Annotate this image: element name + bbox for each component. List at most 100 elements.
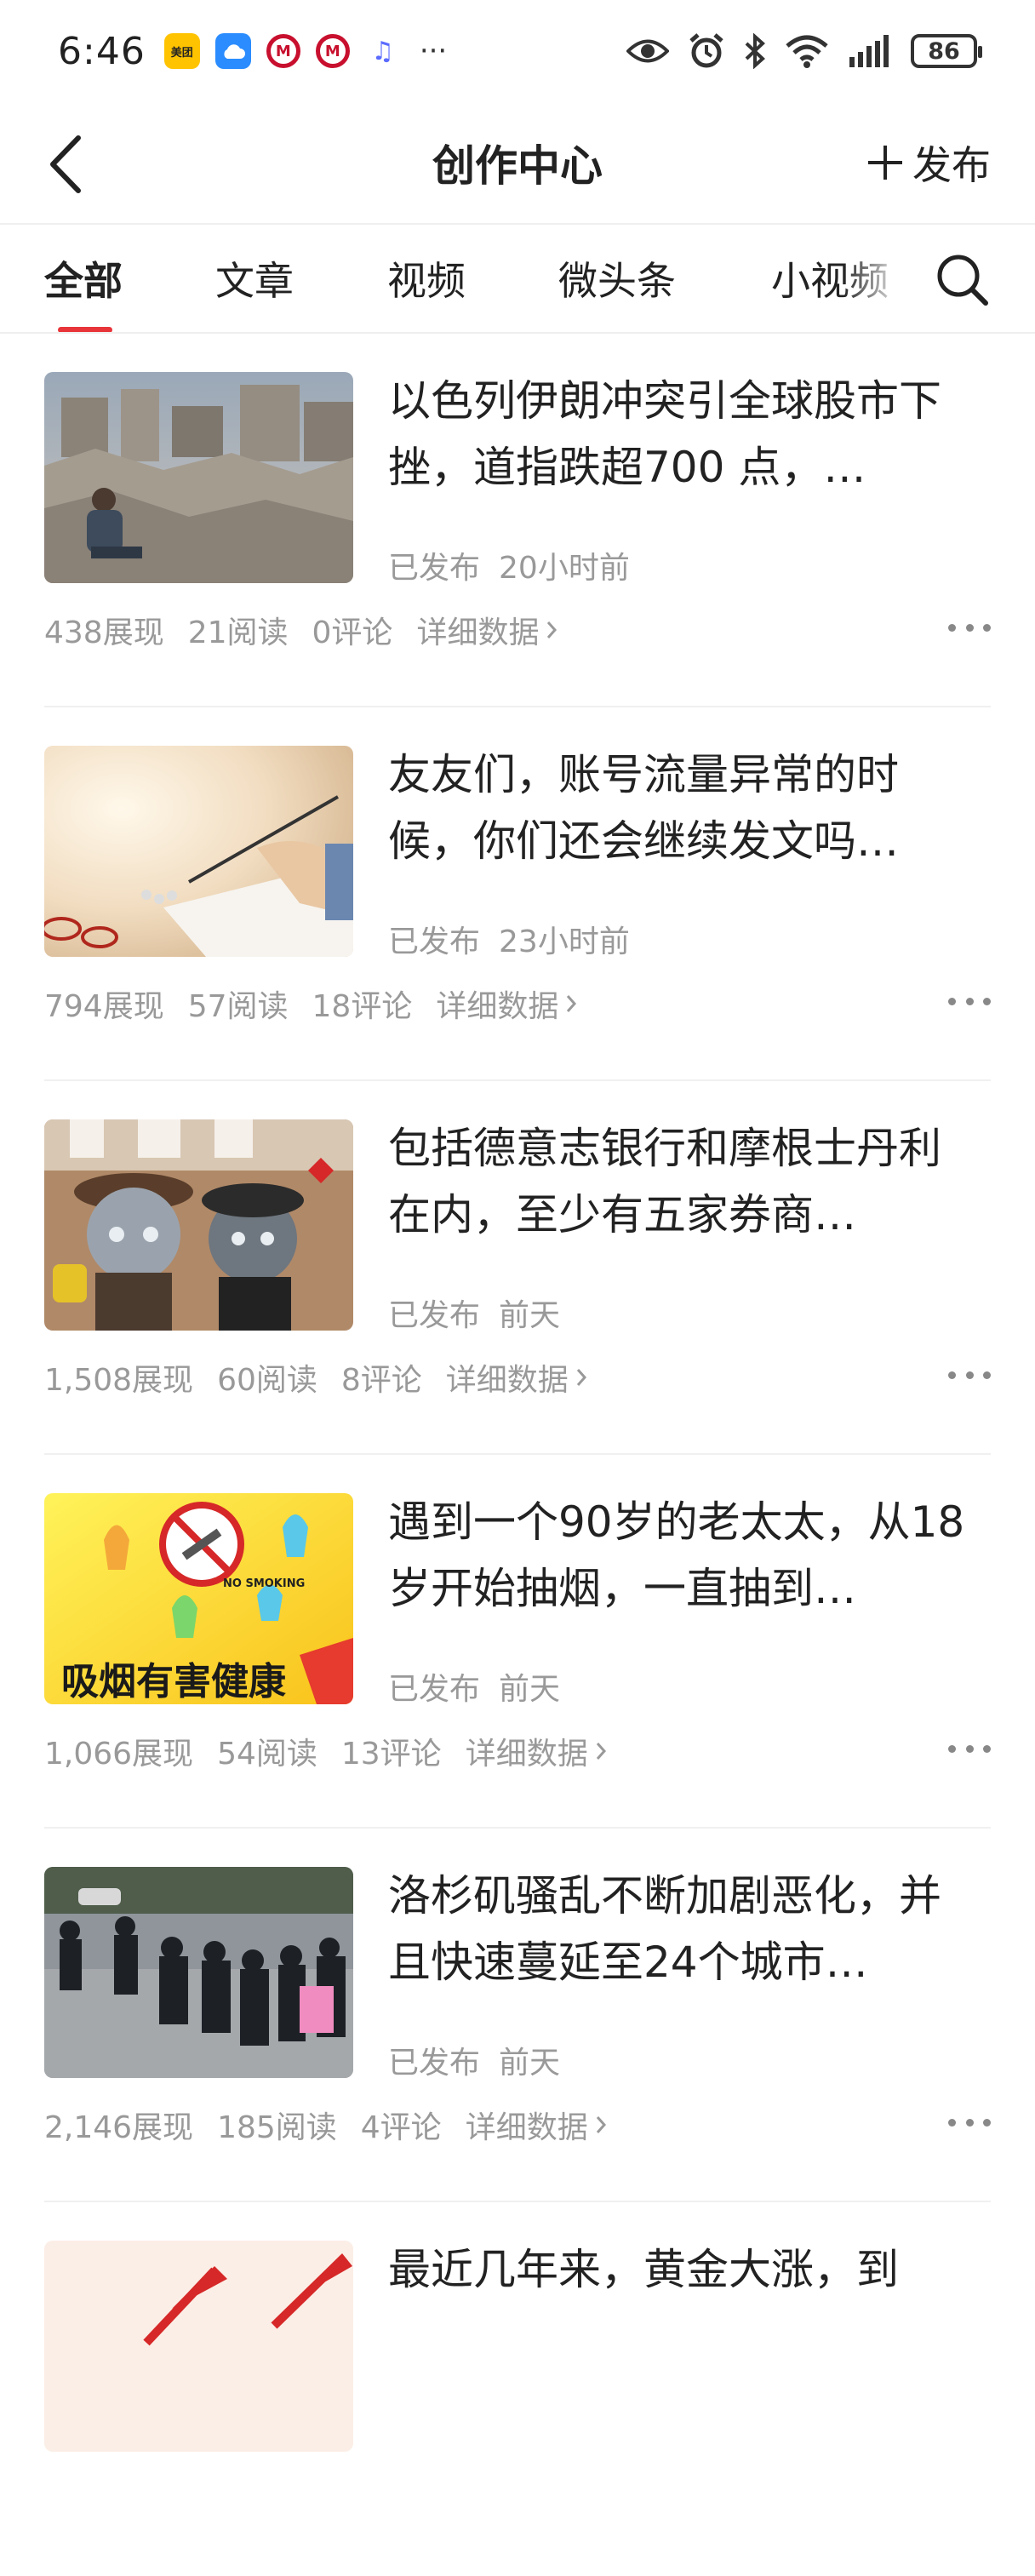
article-stats: 1,508展现 60阅读 8评论 详细数据 <box>44 1355 587 1400</box>
impressions-count: 438展现 <box>44 615 164 650</box>
detail-data-label: 详细数据 <box>436 989 559 1024</box>
article-item[interactable]: 最近几年来，黄金大涨，到 <box>0 2202 1035 2576</box>
article-meta: 已发布 20小时前 <box>388 543 630 587</box>
publish-time: 前天 <box>499 1672 561 1707</box>
article-item[interactable]: 包括德意志银行和摩根士丹利在内，至少有五家券商… 已发布 前天 1,508展现 6… <box>0 1081 1035 1455</box>
more-options-button[interactable] <box>948 2114 991 2131</box>
tab-fade-overlay <box>843 233 919 318</box>
detail-data-label: 详细数据 <box>465 1737 588 1772</box>
detail-data-link[interactable]: 详细数据 <box>466 1729 607 1773</box>
more-notifications-icon: ··· <box>419 34 448 68</box>
article-title[interactable]: 洛杉矶骚乱不断加剧恶化，并且快速蔓延至24个城市… <box>388 1863 975 1995</box>
chevron-right-icon <box>596 2116 606 2133</box>
metro-app-icon: M <box>266 34 300 68</box>
tab-videos[interactable]: 视频 <box>387 250 466 306</box>
publish-status: 已发布 <box>388 2046 481 2081</box>
article-item[interactable]: 以色列伊朗冲突引全球股市下挫，道指跌超700 点，… 已发布 20小时前 438展… <box>0 334 1035 707</box>
article-stats: 794展现 57阅读 18评论 详细数据 <box>44 982 577 1026</box>
article-item[interactable]: 洛杉矶骚乱不断加剧恶化，并且快速蔓延至24个城市… 已发布 前天 2,146展现 … <box>0 1829 1035 2202</box>
publish-status: 已发布 <box>388 1672 481 1707</box>
detail-data-label: 详细数据 <box>445 1363 569 1398</box>
impressions-count: 1,066展现 <box>44 1737 194 1772</box>
publish-time: 前天 <box>499 1298 561 1333</box>
detail-data-label: 详细数据 <box>465 2110 588 2145</box>
article-title[interactable]: 包括德意志银行和摩根士丹利在内，至少有五家券商… <box>388 1115 975 1248</box>
reads-count: 54阅读 <box>217 1737 317 1772</box>
publish-status: 已发布 <box>388 551 481 586</box>
more-options-button[interactable] <box>948 1740 991 1757</box>
article-thumbnail <box>44 1119 353 1331</box>
more-options-button[interactable] <box>948 619 991 636</box>
chevron-left-icon <box>50 135 81 193</box>
metro-app-icon: M <box>315 34 350 68</box>
chevron-right-icon <box>576 1369 586 1386</box>
comments-count: 0评论 <box>312 615 393 650</box>
detail-data-link[interactable]: 详细数据 <box>466 2103 607 2147</box>
reads-count: 60阅读 <box>217 1363 317 1398</box>
chevron-right-icon <box>567 995 577 1012</box>
reads-count: 185阅读 <box>217 2110 337 2145</box>
back-button[interactable] <box>44 135 95 194</box>
detail-data-link[interactable]: 详细数据 <box>416 608 558 652</box>
plus-icon <box>868 146 902 180</box>
category-tabs: 全部 文章 视频 微头条 小视频 <box>0 225 1035 333</box>
article-thumbnail <box>44 746 353 957</box>
article-stats: 1,066展现 54阅读 13评论 详细数据 <box>44 1729 607 1773</box>
search-button[interactable] <box>935 252 989 306</box>
detail-data-link[interactable]: 详细数据 <box>446 1355 587 1400</box>
publish-status: 已发布 <box>388 1298 481 1333</box>
impressions-count: 2,146展现 <box>44 2110 194 2145</box>
thumbnail-caption: 吸烟有害健康 <box>61 1660 286 1703</box>
article-item[interactable]: 友友们，账号流量异常的时候，你们还会继续发文吗… 已发布 23小时前 794展现 … <box>0 707 1035 1081</box>
article-list: 以色列伊朗冲突引全球股市下挫，道指跌超700 点，… 已发布 20小时前 438展… <box>0 334 1035 2576</box>
article-meta: 已发布 23小时前 <box>388 917 630 961</box>
publish-button[interactable]: 发布 <box>868 135 991 191</box>
top-nav-bar: 创作中心 发布 <box>0 102 1035 223</box>
chevron-right-icon <box>547 621 558 638</box>
thumbnail-text: NO SMOKING <box>223 1577 305 1590</box>
reads-count: 57阅读 <box>187 989 289 1024</box>
detail-data-link[interactable]: 详细数据 <box>436 982 577 1026</box>
system-status-icons: 86 <box>626 32 982 70</box>
meituan-app-icon: 美团 <box>163 33 200 69</box>
impressions-count: 1,508展现 <box>44 1363 194 1398</box>
impressions-count: 794展现 <box>44 989 164 1024</box>
alarm-icon <box>689 33 723 68</box>
wifi-icon <box>786 35 828 68</box>
notification-icons: 美团 M M ♫ ··· <box>163 33 448 69</box>
comments-count: 13评论 <box>340 1737 442 1772</box>
article-title[interactable]: 友友们，账号流量异常的时候，你们还会继续发文吗… <box>388 741 975 874</box>
status-bar: 6:46 美团 M M ♫ ··· 86 <box>0 0 1035 102</box>
more-options-button[interactable] <box>948 993 991 1010</box>
battery-indicator: 86 <box>911 34 982 68</box>
cloud-app-icon <box>214 33 251 69</box>
bluetooth-icon <box>745 33 765 69</box>
article-thumbnail <box>44 372 353 583</box>
publish-time: 23小时前 <box>499 924 630 959</box>
comments-count: 8评论 <box>340 1363 422 1398</box>
tab-articles[interactable]: 文章 <box>215 250 294 306</box>
article-thumbnail: NO SMOKING 吸烟有害健康 <box>44 1493 353 1704</box>
status-time: 6:46 <box>58 29 146 73</box>
music-app-icon: ♫ <box>364 33 401 69</box>
article-title[interactable]: 以色列伊朗冲突引全球股市下挫，道指跌超700 点，… <box>388 368 975 501</box>
comments-count: 18评论 <box>312 989 413 1024</box>
article-meta: 已发布 前天 <box>388 1664 560 1709</box>
article-stats: 2,146展现 185阅读 4评论 详细数据 <box>44 2103 607 2147</box>
article-item[interactable]: NO SMOKING 吸烟有害健康 遇到一个90岁的老太太，从18岁开始抽烟，一… <box>0 1455 1035 1829</box>
chevron-right-icon <box>596 1743 606 1760</box>
more-options-button[interactable] <box>948 1366 991 1383</box>
detail-data-label: 详细数据 <box>416 615 540 650</box>
eye-icon <box>626 39 669 63</box>
article-title[interactable]: 遇到一个90岁的老太太，从18岁开始抽烟，一直抽到… <box>388 1489 975 1622</box>
tab-all[interactable]: 全部 <box>44 250 123 306</box>
publish-status: 已发布 <box>388 924 481 959</box>
tab-micro-posts[interactable]: 微头条 <box>558 250 676 306</box>
reads-count: 21阅读 <box>187 615 289 650</box>
article-title[interactable]: 最近几年来，黄金大涨，到 <box>388 2236 975 2303</box>
publish-label: 发布 <box>912 142 991 188</box>
article-stats: 438展现 21阅读 0评论 详细数据 <box>44 608 558 652</box>
article-thumbnail <box>44 2241 353 2452</box>
search-icon <box>937 255 988 306</box>
publish-time: 20小时前 <box>499 551 630 586</box>
